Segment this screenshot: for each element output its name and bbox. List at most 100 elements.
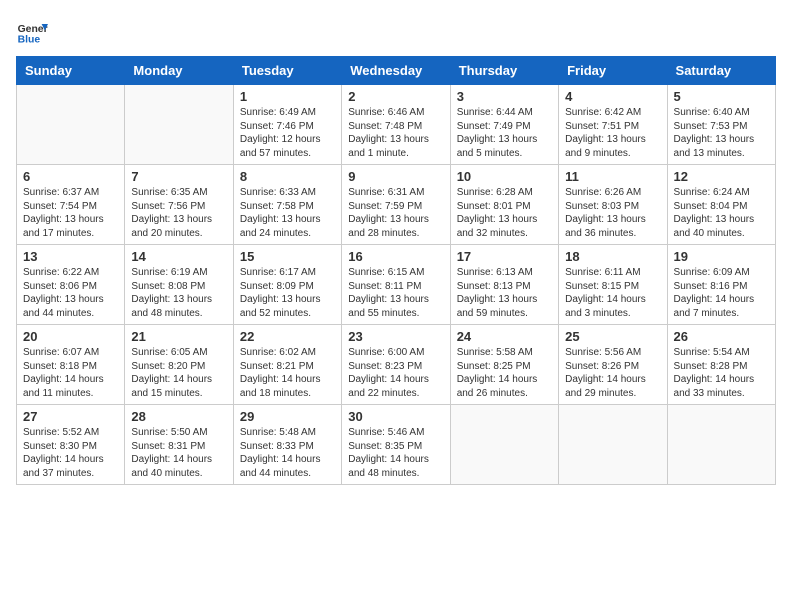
calendar-cell: 21 Sunrise: 6:05 AM Sunset: 8:20 PM Dayli… [125,325,233,405]
day-info: Sunrise: 6:26 AM Sunset: 8:03 PM Dayligh… [565,186,660,240]
calendar-cell: 20Sunrise: 6:07 AM Sunset: 8:18 PM Dayli… [17,325,125,405]
calendar-cell [667,405,775,485]
calendar-cell: 14 Sunrise: 6:19 AM Sunset: 8:08 PM Dayli… [125,245,233,325]
day-info: Sunrise: 6:24 AM Sunset: 8:04 PM Dayligh… [674,186,769,240]
day-info: Sunrise: 6:46 AM Sunset: 7:48 PM Dayligh… [348,106,443,160]
logo-icon: General Blue [16,16,48,48]
day-info: Sunrise: 5:50 AM Sunset: 8:31 PM Dayligh… [131,426,226,480]
day-number: 22 [240,329,335,344]
calendar-cell: 25 Sunrise: 5:56 AM Sunset: 8:26 PM Dayli… [559,325,667,405]
day-info: Sunrise: 6:31 AM Sunset: 7:59 PM Dayligh… [348,186,443,240]
calendar-week-row: 6Sunrise: 6:37 AM Sunset: 7:54 PM Daylig… [17,165,776,245]
logo: General Blue [16,16,48,48]
calendar-cell: 18Sunrise: 6:11 AM Sunset: 8:15 PM Dayli… [559,245,667,325]
calendar-cell: 29Sunrise: 5:48 AM Sunset: 8:33 PM Dayli… [233,405,341,485]
calendar-cell: 9Sunrise: 6:31 AM Sunset: 7:59 PM Daylig… [342,165,450,245]
calendar-cell: 8Sunrise: 6:33 AM Sunset: 7:58 PM Daylig… [233,165,341,245]
day-info: Sunrise: 6:28 AM Sunset: 8:01 PM Dayligh… [457,186,552,240]
calendar-cell: 12 Sunrise: 6:24 AM Sunset: 8:04 PM Dayli… [667,165,775,245]
calendar-week-row: 20Sunrise: 6:07 AM Sunset: 8:18 PM Dayli… [17,325,776,405]
day-info: Sunrise: 6:09 AM Sunset: 8:16 PM Dayligh… [674,266,769,320]
day-header-sunday: Sunday [17,57,125,85]
calendar-cell [450,405,558,485]
calendar-week-row: 1 Sunrise: 6:49 AM Sunset: 7:46 PM Daylig… [17,85,776,165]
calendar-cell [559,405,667,485]
day-number: 10 [457,169,552,184]
calendar-header-row: SundayMondayTuesdayWednesdayThursdayFrid… [17,57,776,85]
day-info: Sunrise: 6:00 AM Sunset: 8:23 PM Dayligh… [348,346,443,400]
calendar-cell: 7 Sunrise: 6:35 AM Sunset: 7:56 PM Daylig… [125,165,233,245]
calendar-cell: 19 Sunrise: 6:09 AM Sunset: 8:16 PM Dayli… [667,245,775,325]
calendar-cell: 15 Sunrise: 6:17 AM Sunset: 8:09 PM Dayli… [233,245,341,325]
calendar: SundayMondayTuesdayWednesdayThursdayFrid… [16,56,776,485]
calendar-cell: 13 Sunrise: 6:22 AM Sunset: 8:06 PM Dayli… [17,245,125,325]
day-info: Sunrise: 6:17 AM Sunset: 8:09 PM Dayligh… [240,266,335,320]
day-number: 12 [674,169,769,184]
day-info: Sunrise: 5:46 AM Sunset: 8:35 PM Dayligh… [348,426,443,480]
day-number: 30 [348,409,443,424]
day-info: Sunrise: 6:07 AM Sunset: 8:18 PM Dayligh… [23,346,118,400]
day-info: Sunrise: 6:22 AM Sunset: 8:06 PM Dayligh… [23,266,118,320]
day-number: 23 [348,329,443,344]
day-info: Sunrise: 6:13 AM Sunset: 8:13 PM Dayligh… [457,266,552,320]
day-info: Sunrise: 5:54 AM Sunset: 8:28 PM Dayligh… [674,346,769,400]
day-info: Sunrise: 6:02 AM Sunset: 8:21 PM Dayligh… [240,346,335,400]
calendar-cell: 3 Sunrise: 6:44 AM Sunset: 7:49 PM Daylig… [450,85,558,165]
day-info: Sunrise: 6:15 AM Sunset: 8:11 PM Dayligh… [348,266,443,320]
day-info: Sunrise: 5:56 AM Sunset: 8:26 PM Dayligh… [565,346,660,400]
day-info: Sunrise: 6:44 AM Sunset: 7:49 PM Dayligh… [457,106,552,160]
day-number: 1 [240,89,335,104]
day-number: 21 [131,329,226,344]
day-number: 25 [565,329,660,344]
calendar-cell: 1 Sunrise: 6:49 AM Sunset: 7:46 PM Daylig… [233,85,341,165]
day-header-saturday: Saturday [667,57,775,85]
day-info: Sunrise: 6:35 AM Sunset: 7:56 PM Dayligh… [131,186,226,240]
calendar-cell [125,85,233,165]
day-number: 6 [23,169,118,184]
calendar-cell: 24 Sunrise: 5:58 AM Sunset: 8:25 PM Dayli… [450,325,558,405]
day-number: 24 [457,329,552,344]
calendar-cell: 30 Sunrise: 5:46 AM Sunset: 8:35 PM Dayli… [342,405,450,485]
calendar-week-row: 13 Sunrise: 6:22 AM Sunset: 8:06 PM Dayli… [17,245,776,325]
day-info: Sunrise: 6:49 AM Sunset: 7:46 PM Dayligh… [240,106,335,160]
calendar-cell: 2 Sunrise: 6:46 AM Sunset: 7:48 PM Daylig… [342,85,450,165]
day-number: 19 [674,249,769,264]
day-number: 16 [348,249,443,264]
day-info: Sunrise: 6:42 AM Sunset: 7:51 PM Dayligh… [565,106,660,160]
day-number: 2 [348,89,443,104]
calendar-cell: 23 Sunrise: 6:00 AM Sunset: 8:23 PM Dayli… [342,325,450,405]
day-info: Sunrise: 6:40 AM Sunset: 7:53 PM Dayligh… [674,106,769,160]
calendar-cell: 11Sunrise: 6:26 AM Sunset: 8:03 PM Dayli… [559,165,667,245]
day-number: 3 [457,89,552,104]
day-number: 13 [23,249,118,264]
calendar-cell: 16 Sunrise: 6:15 AM Sunset: 8:11 PM Dayli… [342,245,450,325]
day-info: Sunrise: 6:05 AM Sunset: 8:20 PM Dayligh… [131,346,226,400]
day-info: Sunrise: 5:58 AM Sunset: 8:25 PM Dayligh… [457,346,552,400]
day-number: 15 [240,249,335,264]
calendar-cell: 5Sunrise: 6:40 AM Sunset: 7:53 PM Daylig… [667,85,775,165]
day-number: 29 [240,409,335,424]
day-header-friday: Friday [559,57,667,85]
calendar-cell: 26Sunrise: 5:54 AM Sunset: 8:28 PM Dayli… [667,325,775,405]
calendar-week-row: 27 Sunrise: 5:52 AM Sunset: 8:30 PM Dayli… [17,405,776,485]
svg-text:Blue: Blue [18,34,41,45]
day-info: Sunrise: 5:52 AM Sunset: 8:30 PM Dayligh… [23,426,118,480]
calendar-cell: 17Sunrise: 6:13 AM Sunset: 8:13 PM Dayli… [450,245,558,325]
calendar-cell: 4 Sunrise: 6:42 AM Sunset: 7:51 PM Daylig… [559,85,667,165]
day-number: 27 [23,409,118,424]
day-number: 4 [565,89,660,104]
day-info: Sunrise: 6:33 AM Sunset: 7:58 PM Dayligh… [240,186,335,240]
day-info: Sunrise: 6:19 AM Sunset: 8:08 PM Dayligh… [131,266,226,320]
day-number: 14 [131,249,226,264]
calendar-cell: 22 Sunrise: 6:02 AM Sunset: 8:21 PM Dayli… [233,325,341,405]
day-header-wednesday: Wednesday [342,57,450,85]
calendar-cell: 6Sunrise: 6:37 AM Sunset: 7:54 PM Daylig… [17,165,125,245]
day-number: 18 [565,249,660,264]
calendar-cell: 10 Sunrise: 6:28 AM Sunset: 8:01 PM Dayli… [450,165,558,245]
day-number: 28 [131,409,226,424]
day-number: 7 [131,169,226,184]
day-header-monday: Monday [125,57,233,85]
calendar-cell [17,85,125,165]
day-header-tuesday: Tuesday [233,57,341,85]
header: General Blue [16,16,776,48]
